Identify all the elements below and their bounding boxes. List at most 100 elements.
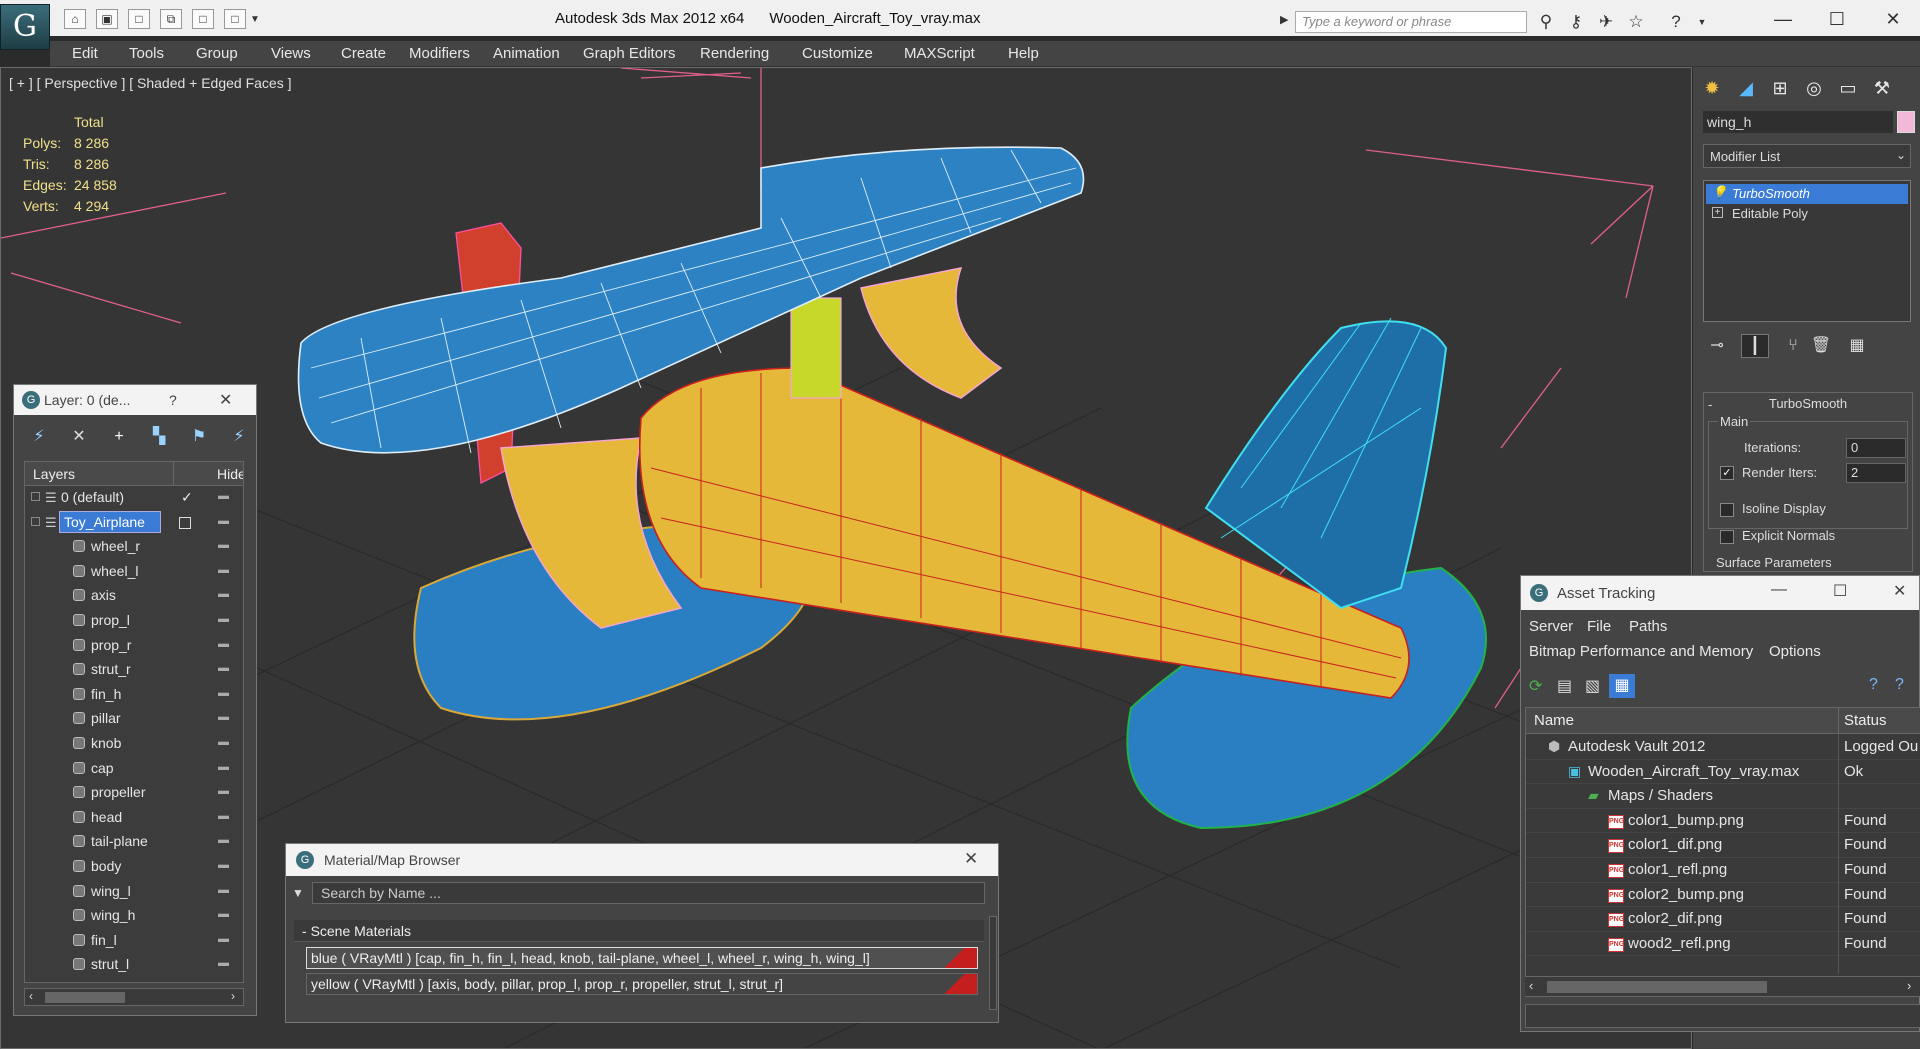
utilities-tab-icon[interactable]: ⚒	[1867, 75, 1897, 101]
add-to-layer-icon[interactable]: +	[106, 425, 132, 449]
help-dropdown-icon[interactable]: ▼	[1690, 11, 1714, 33]
minimize-icon[interactable]: —	[1771, 581, 1787, 599]
isoline-display-checkbox[interactable]	[1720, 503, 1734, 517]
app-logo[interactable]: G	[0, 4, 50, 50]
maximize-icon[interactable]: ☐	[1833, 581, 1847, 601]
layer-row[interactable]: knob ▬	[25, 732, 243, 757]
search-expand-icon[interactable]: ▶	[1280, 13, 1288, 26]
undo-icon[interactable]: □	[192, 9, 214, 29]
close-icon[interactable]: ✕	[964, 849, 978, 869]
menu-file[interactable]: File	[1587, 618, 1611, 635]
hide-toggle[interactable]: ▬	[218, 490, 230, 502]
asset-row[interactable]: PNG color1_refl.png Found	[1526, 858, 1920, 883]
scroll-thumb[interactable]	[45, 992, 125, 1003]
hide-toggle[interactable]: ▬	[218, 884, 230, 896]
modifier-list-dropdown[interactable]: Modifier List ⌄	[1703, 144, 1911, 168]
render-iters-checkbox[interactable]: ✓	[1720, 466, 1734, 480]
layer-row[interactable]: ☰ ✓ 0 (default) ▬	[25, 486, 243, 511]
layer-row[interactable]: prop_l ▬	[25, 609, 243, 634]
asset-row[interactable]: ▰ Maps / Shaders	[1526, 784, 1920, 809]
expand-icon[interactable]	[31, 492, 40, 501]
tree-view-icon[interactable]: ▧	[1585, 676, 1600, 696]
vertical-scrollbar[interactable]	[989, 916, 997, 1010]
hide-toggle[interactable]: ▬	[218, 687, 230, 699]
hide-toggle[interactable]: ▬	[218, 785, 230, 797]
status-column-header[interactable]: Status	[1844, 712, 1887, 729]
hide-toggle[interactable]: ▬	[218, 957, 230, 969]
layer-row[interactable]: head ▬	[25, 806, 243, 831]
expand-icon[interactable]	[31, 516, 40, 526]
explicit-normals-checkbox[interactable]	[1720, 530, 1734, 544]
menu-paths[interactable]: Paths	[1629, 618, 1667, 635]
menu-server[interactable]: Server	[1529, 618, 1573, 635]
material-browser-title-bar[interactable]: G Material/Map Browser ✕	[286, 844, 998, 876]
hide-all-icon[interactable]: ⚡	[226, 425, 252, 449]
layer-row[interactable]: strut_l ▬	[25, 953, 243, 978]
close-icon[interactable]: ✕	[1870, 4, 1916, 34]
table-view-icon[interactable]: ▦	[1609, 674, 1635, 698]
menu-customize[interactable]: Customize	[802, 45, 873, 62]
scroll-left-icon[interactable]: ‹	[29, 989, 33, 1003]
refresh-icon[interactable]: ⟳	[1529, 676, 1542, 696]
horizontal-scrollbar[interactable]: ‹ ›	[1525, 976, 1920, 996]
scroll-left-icon[interactable]: ‹	[1529, 978, 1533, 993]
help-icon[interactable]: ?	[1869, 676, 1878, 694]
layer-row[interactable]: body ▬	[25, 855, 243, 880]
hide-toggle[interactable]: ▬	[218, 933, 230, 945]
menu-modifiers[interactable]: Modifiers	[409, 45, 470, 62]
create-tab-icon[interactable]: ✹	[1697, 75, 1727, 101]
hide-toggle[interactable]: ▬	[218, 736, 230, 748]
material-row-yellow[interactable]: yellow ( VRayMtl ) [axis, body, pillar, …	[306, 973, 978, 995]
layer-row[interactable]: ☰ Toy_Airplane ▬	[25, 510, 243, 536]
display-tab-icon[interactable]: ▭	[1833, 75, 1863, 101]
horizontal-scrollbar[interactable]: ‹ ›	[24, 988, 244, 1006]
motion-tab-icon[interactable]: ◎	[1799, 75, 1829, 101]
layer-panel-title-bar[interactable]: G Layer: 0 (de... ? ✕	[14, 385, 256, 415]
path-field[interactable]	[1525, 1004, 1920, 1028]
layer-row[interactable]: wheel_l ▬	[25, 560, 243, 585]
configure-modifier-sets-icon[interactable]: ▦	[1843, 334, 1871, 358]
hold-icon[interactable]: ⧉	[160, 9, 182, 29]
layer-row[interactable]: pillar ▬	[25, 707, 243, 732]
layer-row[interactable]: cap ▬	[25, 757, 243, 782]
scroll-thumb[interactable]	[1547, 981, 1767, 993]
asset-row[interactable]: PNG wood2_refl.png Found	[1526, 932, 1920, 957]
pin-stack-icon[interactable]: ⊸	[1703, 334, 1731, 358]
make-unique-icon[interactable]: ⑂	[1779, 334, 1807, 358]
layer-row[interactable]: prop_r ▬	[25, 634, 243, 659]
highlight-layer-icon[interactable]: ⚑	[186, 425, 212, 449]
menu-views[interactable]: Views	[271, 45, 311, 62]
quick-access-dropdown-icon[interactable]: ▼	[250, 14, 260, 25]
layer-row[interactable]: tail-plane ▬	[25, 830, 243, 855]
minimize-icon[interactable]: —	[1760, 4, 1806, 34]
menu-bitmap-performance[interactable]: Bitmap Performance and Memory	[1529, 643, 1753, 660]
new-file-icon[interactable]: □	[128, 9, 150, 29]
favorites-star-icon[interactable]: ☆	[1624, 11, 1648, 33]
communication-icon[interactable]: ✈	[1594, 11, 1618, 33]
asset-row[interactable]: PNG color1_dif.png Found	[1526, 833, 1920, 858]
iterations-spinner[interactable]: 0	[1846, 438, 1906, 458]
layer-row[interactable]: strut_r ▬	[25, 658, 243, 683]
asset-row[interactable]: PNG color2_dif.png Found	[1526, 907, 1920, 932]
asset-row[interactable]: PNG color1_bump.png Found	[1526, 809, 1920, 834]
collapse-icon[interactable]: -	[302, 923, 311, 939]
layer-row[interactable]: fin_l ▬	[25, 929, 243, 954]
modify-tab-icon[interactable]: ◢	[1731, 75, 1761, 101]
save-file-icon[interactable]: ▣	[96, 9, 118, 29]
layer-row[interactable]: wing_h ▬	[25, 904, 243, 929]
hide-toggle[interactable]: ▬	[218, 515, 230, 527]
menu-create[interactable]: Create	[341, 45, 386, 62]
hide-toggle[interactable]: ▬	[218, 810, 230, 822]
hide-toggle[interactable]: ▬	[218, 638, 230, 650]
menu-options[interactable]: Options	[1769, 643, 1821, 660]
list-view-icon[interactable]: ▤	[1557, 676, 1572, 696]
asset-row[interactable]: ▣ Wooden_Aircraft_Toy_vray.max Ok	[1526, 760, 1920, 785]
hide-toggle[interactable]: ▬	[218, 711, 230, 723]
hide-toggle[interactable]: ▬	[218, 834, 230, 846]
layer-row[interactable]: fin_h ▬	[25, 683, 243, 708]
options-dropdown-icon[interactable]: ▼	[292, 886, 304, 900]
search-input[interactable]: Type a keyword or phrase	[1295, 11, 1527, 33]
menu-tools[interactable]: Tools	[129, 45, 164, 62]
open-file-icon[interactable]: ⌂	[64, 9, 86, 29]
expand-icon[interactable]: +	[1712, 207, 1723, 218]
